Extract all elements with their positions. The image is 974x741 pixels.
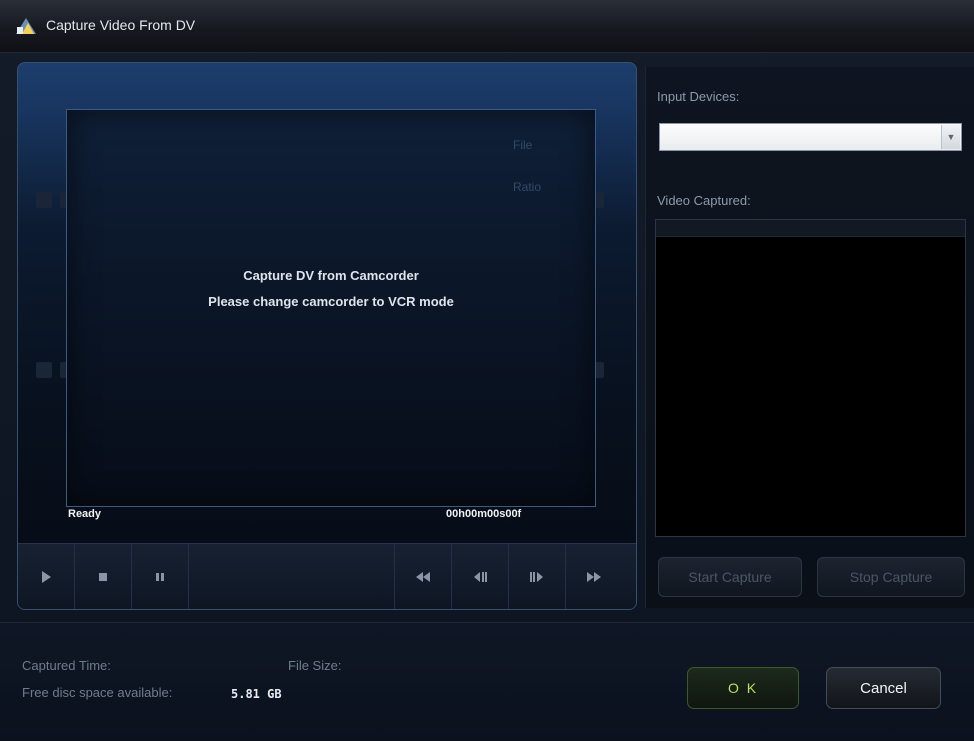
step-back-icon — [474, 572, 487, 582]
preview-panel: File Ratio Capture DV from Camcorder Ple… — [17, 62, 637, 610]
step-forward-button[interactable] — [509, 544, 566, 609]
play-icon — [42, 571, 51, 583]
ghost-text-file: File — [513, 138, 533, 152]
fast-forward-button[interactable] — [566, 544, 622, 609]
window-title: Capture Video From DV — [46, 17, 196, 33]
file-size-label: File Size: — [288, 658, 342, 673]
play-button[interactable] — [18, 544, 75, 609]
title-bar: Capture Video From DV — [0, 0, 974, 53]
controls-spacer — [189, 544, 395, 609]
rewind-icon — [416, 572, 430, 582]
captured-time-label: Captured Time: — [22, 658, 111, 673]
capture-side-panel: Input Devices: ▼ Video Captured: Start C… — [645, 67, 974, 608]
stop-button[interactable] — [75, 544, 132, 609]
ok-button[interactable]: O K — [687, 667, 799, 709]
start-capture-button[interactable]: Start Capture — [658, 557, 802, 597]
app-logo-icon — [16, 18, 36, 34]
playback-controls — [18, 543, 636, 609]
cancel-button[interactable]: Cancel — [826, 667, 941, 709]
pause-icon — [156, 573, 164, 581]
input-devices-select[interactable]: ▼ — [659, 123, 962, 151]
free-space-label: Free disc space available: — [22, 685, 173, 700]
status-text: Ready — [68, 508, 102, 520]
video-preview-screen: File Ratio Capture DV from Camcorder Ple… — [66, 109, 596, 507]
stop-icon — [99, 573, 107, 581]
capture-message-title: Capture DV from Camcorder — [243, 268, 419, 283]
timecode-display: 00h00m00s00f — [446, 508, 522, 520]
free-space-value: 5.81 GB — [231, 687, 282, 701]
capture-dv-window: Capture Video From DV File Ratio Capture… — [0, 0, 974, 741]
fast-forward-icon — [587, 572, 601, 582]
chevron-down-icon[interactable]: ▼ — [941, 125, 960, 149]
rewind-button[interactable] — [395, 544, 452, 609]
video-captured-label: Video Captured: — [657, 193, 751, 208]
ghost-text-ratio: Ratio — [513, 180, 542, 194]
capture-message-hint: Please change camcorder to VCR mode — [208, 294, 454, 309]
step-back-button[interactable] — [452, 544, 509, 609]
input-devices-label: Input Devices: — [657, 89, 740, 104]
captured-list-header — [656, 220, 965, 237]
pause-button[interactable] — [132, 544, 189, 609]
stop-capture-button[interactable]: Stop Capture — [817, 557, 965, 597]
step-forward-icon — [530, 572, 543, 582]
captured-video-list[interactable] — [655, 219, 966, 537]
